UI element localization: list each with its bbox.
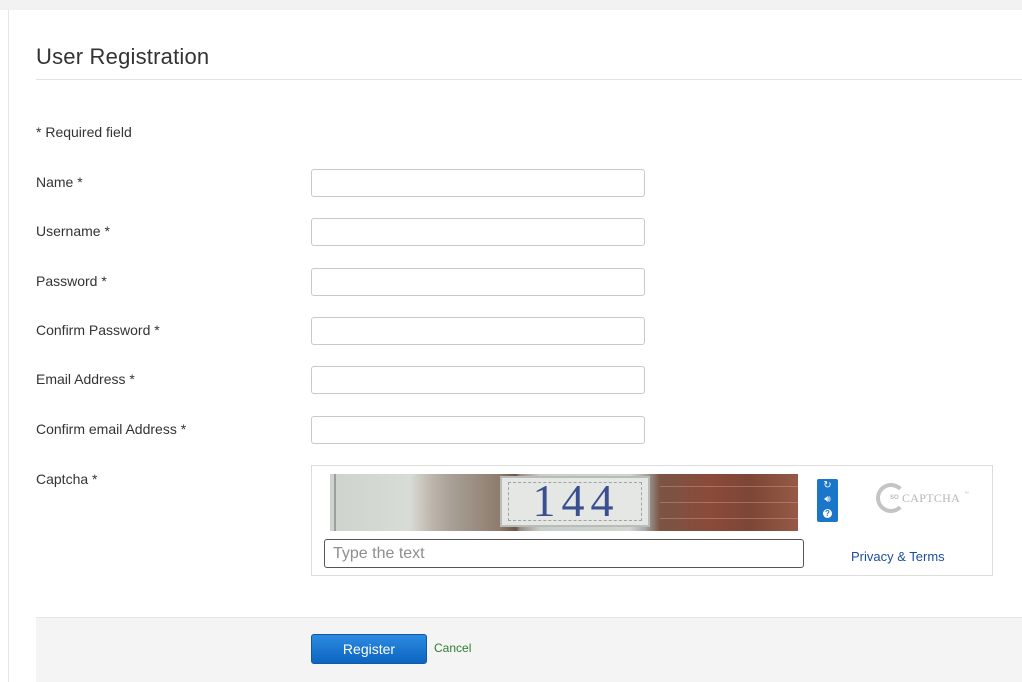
required-field-note: * Required field	[36, 124, 132, 140]
captcha-image-brick-line	[660, 518, 798, 519]
confirm-email-input[interactable]	[311, 416, 645, 444]
captcha-input[interactable]	[324, 539, 804, 568]
page-title: User Registration	[36, 44, 210, 69]
confirm-password-input[interactable]	[311, 317, 645, 345]
captcha-image-brick-line	[660, 486, 798, 487]
left-border	[8, 10, 9, 682]
captcha-label: Captcha *	[36, 471, 98, 487]
solvemedia-logo: SO CAPTCHA ™	[872, 480, 982, 520]
registration-page: User Registration * Required field Name …	[0, 0, 1022, 682]
captcha-image-brick-line	[660, 502, 798, 503]
form-actions-bar	[36, 617, 1022, 682]
password-input[interactable]	[311, 268, 645, 296]
username-input[interactable]	[311, 218, 645, 246]
captcha-controls: ↻ 🔊︎ ?	[817, 479, 838, 522]
top-strip	[0, 0, 1022, 10]
title-divider	[36, 79, 1022, 80]
confirm-email-label: Confirm email Address *	[36, 421, 187, 437]
cancel-link[interactable]: Cancel	[434, 641, 471, 655]
captcha-challenge-text: 144	[532, 475, 620, 526]
register-button[interactable]: Register	[311, 634, 427, 664]
logo-prefix: SO	[890, 495, 899, 501]
logo-word: CAPTCHA	[902, 491, 961, 505]
captcha-widget: 144 ↻ 🔊︎ ? SO CAPTCHA ™ Privacy & Terms	[311, 465, 993, 576]
name-label: Name *	[36, 174, 83, 190]
logo-trademark: ™	[964, 491, 969, 497]
username-label: Username *	[36, 223, 110, 239]
email-label: Email Address *	[36, 371, 135, 387]
password-label: Password *	[36, 273, 107, 289]
confirm-password-label: Confirm Password *	[36, 322, 160, 338]
refresh-icon[interactable]: ↻	[817, 479, 838, 493]
captcha-image: 144	[330, 474, 798, 531]
audio-icon[interactable]: 🔊︎	[817, 493, 838, 507]
help-icon[interactable]: ?	[817, 507, 838, 521]
name-input[interactable]	[311, 169, 645, 197]
email-input[interactable]	[311, 366, 645, 394]
captcha-image-pole	[334, 474, 336, 531]
privacy-terms-link[interactable]: Privacy & Terms	[851, 549, 945, 564]
